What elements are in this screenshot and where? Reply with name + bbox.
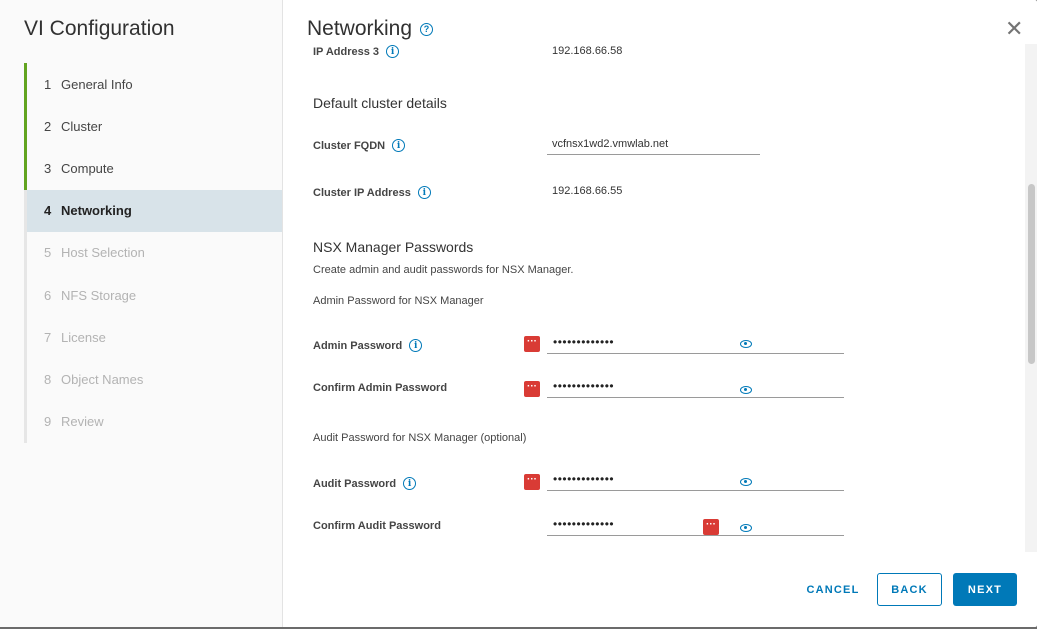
info-circle-icon[interactable]: i xyxy=(386,45,400,58)
cluster-fqdn-label: Cluster FQDN i xyxy=(313,139,406,152)
audit-password-label: Audit Password i xyxy=(313,477,417,490)
vertical-scrollbar[interactable] xyxy=(1025,44,1037,552)
step-host-selection: 5 Host Selection xyxy=(24,231,282,274)
wizard-title: VI Configuration xyxy=(24,17,175,40)
networking-panel: Networking ? ✕ IP Address 3 i 192.168.66… xyxy=(283,0,1037,627)
info-circle-icon[interactable]: i xyxy=(392,139,406,152)
admin-password-subheading: Admin Password for NSX Manager xyxy=(313,295,484,307)
admin-password-label: Admin Password i xyxy=(313,339,423,352)
step-object-names: 8 Object Names xyxy=(24,358,282,401)
cluster-ip-value: 192.168.66.55 xyxy=(552,185,623,197)
next-button[interactable]: NEXT xyxy=(953,573,1017,606)
nsx-passwords-heading: NSX Manager Passwords xyxy=(313,239,474,255)
cluster-ip-label: Cluster IP Address i xyxy=(313,186,431,199)
ip-address-3-label: IP Address 3 i xyxy=(313,45,400,58)
wizard-nav: VI Configuration 1 General Info 2 Cluster … xyxy=(0,0,283,627)
admin-password-input[interactable]: ••••••••••••• xyxy=(547,334,844,354)
password-manager-icon[interactable]: ··· xyxy=(703,519,719,535)
scrollbar-thumb[interactable] xyxy=(1028,184,1035,364)
confirm-audit-password-input[interactable]: ••••••••••••• xyxy=(547,516,844,536)
wizard-steps: 1 General Info 2 Cluster 3 Compute 4 Network… xyxy=(24,63,282,443)
step-compute[interactable]: 3 Compute xyxy=(24,147,282,190)
vi-configuration-dialog: VI Configuration 1 General Info 2 Cluster … xyxy=(0,0,1037,627)
eye-icon[interactable] xyxy=(740,478,752,486)
eye-icon[interactable] xyxy=(740,386,752,394)
cluster-fqdn-input[interactable]: vcfnsx1wd2.vmwlab.net xyxy=(547,135,760,155)
cluster-section-heading: Default cluster details xyxy=(313,95,447,111)
password-manager-icon[interactable]: ··· xyxy=(524,474,540,490)
eye-icon[interactable] xyxy=(740,524,752,532)
eye-icon[interactable] xyxy=(740,340,752,348)
step-nfs-storage: 6 NFS Storage xyxy=(24,273,282,317)
audit-password-subheading: Audit Password for NSX Manager (optional… xyxy=(313,432,527,444)
back-button[interactable]: BACK xyxy=(877,573,942,606)
password-manager-icon[interactable]: ··· xyxy=(524,381,540,397)
form-scroll-area: IP Address 3 i 192.168.66.58 Default clu… xyxy=(283,42,1025,552)
ip-address-3-value: 192.168.66.58 xyxy=(552,45,623,57)
nsx-passwords-description: Create admin and audit passwords for NSX… xyxy=(313,264,574,276)
info-circle-icon[interactable]: i xyxy=(417,186,431,199)
step-general-info[interactable]: 1 General Info xyxy=(24,63,282,106)
step-review: 9 Review xyxy=(24,400,282,443)
info-circle-icon[interactable]: i xyxy=(403,477,417,490)
step-networking[interactable]: 4 Networking xyxy=(24,189,282,232)
confirm-admin-password-input[interactable]: ••••••••••••• xyxy=(547,378,844,398)
step-cluster[interactable]: 2 Cluster xyxy=(24,105,282,148)
step-license: 7 License xyxy=(24,316,282,359)
close-icon[interactable]: ✕ xyxy=(1005,18,1023,40)
audit-password-input[interactable]: ••••••••••••• xyxy=(547,471,844,491)
confirm-admin-password-label: Confirm Admin Password xyxy=(313,382,448,394)
cancel-button[interactable]: CANCEL xyxy=(798,573,868,606)
help-circle-icon[interactable]: ? xyxy=(420,22,434,36)
page-title: Networking ? xyxy=(307,17,434,41)
password-manager-icon[interactable]: ··· xyxy=(524,336,540,352)
confirm-audit-password-label: Confirm Audit Password xyxy=(313,520,441,532)
info-circle-icon[interactable]: i xyxy=(409,339,423,352)
